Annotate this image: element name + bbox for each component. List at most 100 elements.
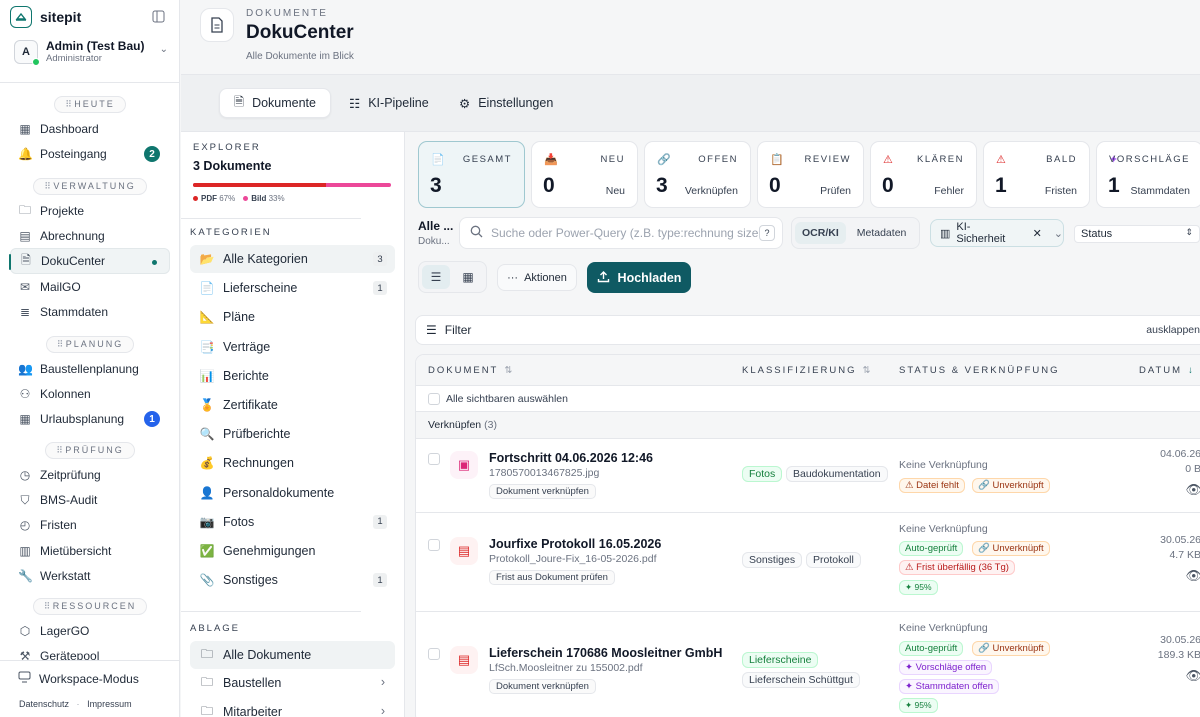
table-row[interactable]: ▤ Jourfixe Protokoll 16.05.2026 Protokol… xyxy=(416,513,1200,612)
kpi-label: OFFEN xyxy=(698,154,738,165)
row-checkbox[interactable] xyxy=(428,648,440,660)
category-item-pläne[interactable]: 📐 Pläne xyxy=(190,303,395,331)
eye-icon[interactable]: 👁 xyxy=(1185,568,1200,584)
mode-ocr-ki[interactable]: OCR/KI xyxy=(795,222,846,244)
sidebar-item-mailgo[interactable]: ✉ MailGO xyxy=(10,274,170,300)
eye-icon[interactable]: 👁 xyxy=(1185,668,1200,684)
imprint-link[interactable]: Impressum xyxy=(87,699,132,709)
group-header[interactable]: Verknüpfen (3) xyxy=(416,412,1200,439)
sidebar-item-kolonnen[interactable]: ⚇ Kolonnen xyxy=(10,381,170,407)
table-row[interactable]: ▤ Lieferschein 170686 Moosleitner GmbH L… xyxy=(416,612,1200,717)
row-action-pill[interactable]: Dokument verknüpfen xyxy=(489,679,596,694)
ablage-item-baustellen[interactable]: 🗀 Baustellen › xyxy=(190,669,395,697)
kpi-label: VORSCHLÄGE xyxy=(1109,154,1190,165)
sidebar-item-label: Posteingang xyxy=(40,147,107,162)
category-item-rechnungen[interactable]: 💰 Rechnungen xyxy=(190,449,395,477)
table-row[interactable]: ▣ Fortschritt 04.06.2026 12:46 178057001… xyxy=(416,439,1200,513)
sidebar-item-lagergo[interactable]: ⬡ LagerGO xyxy=(10,618,170,644)
search-input[interactable]: Suche oder Power-Query (z.B. type:rechnu… xyxy=(459,217,783,249)
row-checkbox[interactable] xyxy=(428,539,440,551)
category-item-prüfberichte[interactable]: 🔍 Prüfberichte xyxy=(190,420,395,448)
column-klassifizierung[interactable]: KLASSIFIZIERUNG ⇅ xyxy=(742,355,872,386)
sidebar-item-stammdaten[interactable]: ≣ Stammdaten xyxy=(10,299,170,325)
legend-bild: Bild 33% xyxy=(243,194,285,203)
workspace-mode-label: Workspace-Modus xyxy=(39,671,139,686)
kpi-card-review[interactable]: 📋 REVIEW 0 Prüfen xyxy=(757,141,864,208)
upload-button[interactable]: Hochladen xyxy=(587,262,691,293)
sidebar-section-planung[interactable]: PLANUNG xyxy=(0,335,179,353)
sidebar-section-prüfung[interactable]: PRÜFUNG xyxy=(0,441,179,459)
category-item-personaldokumente[interactable]: 👤 Personaldokumente xyxy=(190,479,395,507)
explorer-panel: EXPLORER 3 Dokumente PDF 67% Bild 33% KA… xyxy=(181,132,405,717)
category-item-berichte[interactable]: 📊 Berichte xyxy=(190,362,395,390)
document-title[interactable]: Fortschritt 04.06.2026 12:46 xyxy=(489,451,653,465)
ablage-item-alle-dokumente[interactable]: 🗀 Alle Dokumente xyxy=(190,641,395,669)
category-item-fotos[interactable]: 📷 Fotos 1 xyxy=(190,508,395,536)
sidebar-collapse-icon[interactable] xyxy=(152,10,165,26)
sidebar-item-dokucenter[interactable]: 🗎 DokuCenter xyxy=(9,248,170,275)
sidebar-item-dashboard[interactable]: ▦ Dashboard xyxy=(10,116,170,142)
select-all-row[interactable]: Alle sichtbaren auswählen xyxy=(416,386,1200,412)
filter-bar[interactable]: ☰ Filter ausklappen xyxy=(415,315,1200,345)
clear-icon[interactable]: ✕ xyxy=(1033,227,1042,240)
tab-einstellungen[interactable]: ⚙ Einstellungen xyxy=(445,88,567,118)
chevron-down-icon[interactable]: ⌄ xyxy=(1054,227,1063,240)
search-help-button[interactable]: ? xyxy=(759,225,775,241)
select-all-checkbox[interactable] xyxy=(428,392,440,405)
sidebar-item-werkstatt[interactable]: 🔧 Werkstatt xyxy=(10,563,170,589)
row-action-pill[interactable]: Dokument verknüpfen xyxy=(489,484,596,499)
user-menu[interactable]: A Admin (Test Bau) Administrator ⌄ xyxy=(14,38,170,66)
brand[interactable]: sitepit xyxy=(10,6,81,28)
filter-label: Filter xyxy=(444,323,472,337)
privacy-link[interactable]: Datenschutz xyxy=(19,699,69,709)
category-item-genehmigungen[interactable]: ✅ Genehmigungen xyxy=(190,537,395,565)
kpi-card-offen[interactable]: 🔗 OFFEN 3 Verknüpfen xyxy=(644,141,751,208)
sidebar-section-heute[interactable]: HEUTE xyxy=(0,95,179,113)
tab-dokumente[interactable]: 🗎 Dokumente xyxy=(219,88,331,118)
kpi-card-bald[interactable]: ⚠ BALD 1 Fristen xyxy=(983,141,1090,208)
sidebar-item-fristen[interactable]: ◴ Fristen xyxy=(10,512,170,538)
main-content: 📄 GESAMT 3 📥 NEU 0 Neu 🔗 OFFEN 3 Verknüpfen 📋 REVIEW… xyxy=(406,132,1200,717)
sidebar-item-baustellenplanung[interactable]: 👥 Baustellenplanung xyxy=(10,356,170,382)
kpi-card-vorschläge[interactable]: ✦ VORSCHLÄGE 1 Stammdaten xyxy=(1096,141,1200,208)
grid-view-icon[interactable]: ▦ xyxy=(454,265,482,289)
sidebar-section-ressourcen[interactable]: RESSOURCEN xyxy=(0,597,179,615)
category-item-alle-kategorien[interactable]: 📂 Alle Kategorien 3 xyxy=(190,245,395,273)
sidebar-item-bms-audit[interactable]: ⛉ BMS-Audit xyxy=(10,487,170,513)
sidebar-item-posteingang[interactable]: 🔔 Posteingang 2 xyxy=(10,141,170,167)
eye-icon[interactable]: 👁 xyxy=(1185,482,1200,498)
sidebar-item-mietübersicht[interactable]: ▥ Mietübersicht xyxy=(10,538,170,564)
row-action-pill[interactable]: Frist aus Dokument prüfen xyxy=(489,570,615,585)
column-datum[interactable]: DATUM ↓ xyxy=(1139,355,1195,386)
kpi-card-neu[interactable]: 📥 NEU 0 Neu xyxy=(531,141,638,208)
ablage-item-mitarbeiter[interactable]: 🗀 Mitarbeiter › xyxy=(190,698,395,717)
tab-ki-pipeline[interactable]: ☷ KI-Pipeline xyxy=(335,88,443,118)
sort-icon: ⇅ xyxy=(504,365,515,376)
column-dokument[interactable]: DOKUMENT ⇅ xyxy=(428,355,514,386)
sidebar-item-urlaubsplanung[interactable]: ▦ Urlaubsplanung 1 xyxy=(10,406,170,432)
mode-metadaten[interactable]: Metadaten xyxy=(850,222,914,244)
status-select[interactable]: Status ⇕ xyxy=(1074,225,1200,243)
category-item-sonstiges[interactable]: 📎 Sonstiges 1 xyxy=(190,566,395,594)
actions-button[interactable]: ··· Aktionen xyxy=(497,264,577,291)
scope-title[interactable]: Alle ... xyxy=(418,219,453,233)
sidebar-item-abrechnung[interactable]: ▤ Abrechnung xyxy=(10,223,170,249)
category-item-verträge[interactable]: 📑 Verträge xyxy=(190,333,395,361)
ki-sicherheit-filter[interactable]: ▥ KI-Sicherheit ✕ ⌄ xyxy=(930,219,1064,247)
sidebar-section-verwaltung[interactable]: VERWALTUNG xyxy=(0,177,179,195)
document-filename: LfSch.Moosleitner zu 155002.pdf xyxy=(489,662,643,674)
sidebar-item-zeitprüfung[interactable]: ◷ Zeitprüfung xyxy=(10,462,170,488)
list-view-icon[interactable]: ☰ xyxy=(422,265,450,289)
tab-label: Dokumente xyxy=(252,96,316,110)
category-item-lieferscheine[interactable]: 📄 Lieferscheine 1 xyxy=(190,274,395,302)
document-icon: 🗎 xyxy=(234,94,245,109)
row-checkbox[interactable] xyxy=(428,453,440,465)
document-title[interactable]: Lieferschein 170686 Moosleitner GmbH xyxy=(489,646,722,660)
kpi-card-gesamt[interactable]: 📄 GESAMT 3 xyxy=(418,141,525,208)
kpi-card-klären[interactable]: ⚠ KLÄREN 0 Fehler xyxy=(870,141,977,208)
document-title[interactable]: Jourfixe Protokoll 16.05.2026 xyxy=(489,537,661,551)
sidebar-item-projekte[interactable]: 🗀 Projekte xyxy=(10,198,170,224)
category-item-zertifikate[interactable]: 🏅 Zertifikate xyxy=(190,391,395,419)
workspace-mode-button[interactable]: Workspace-Modus xyxy=(18,671,139,686)
filter-expand-toggle[interactable]: ausklappen xyxy=(1146,324,1200,336)
